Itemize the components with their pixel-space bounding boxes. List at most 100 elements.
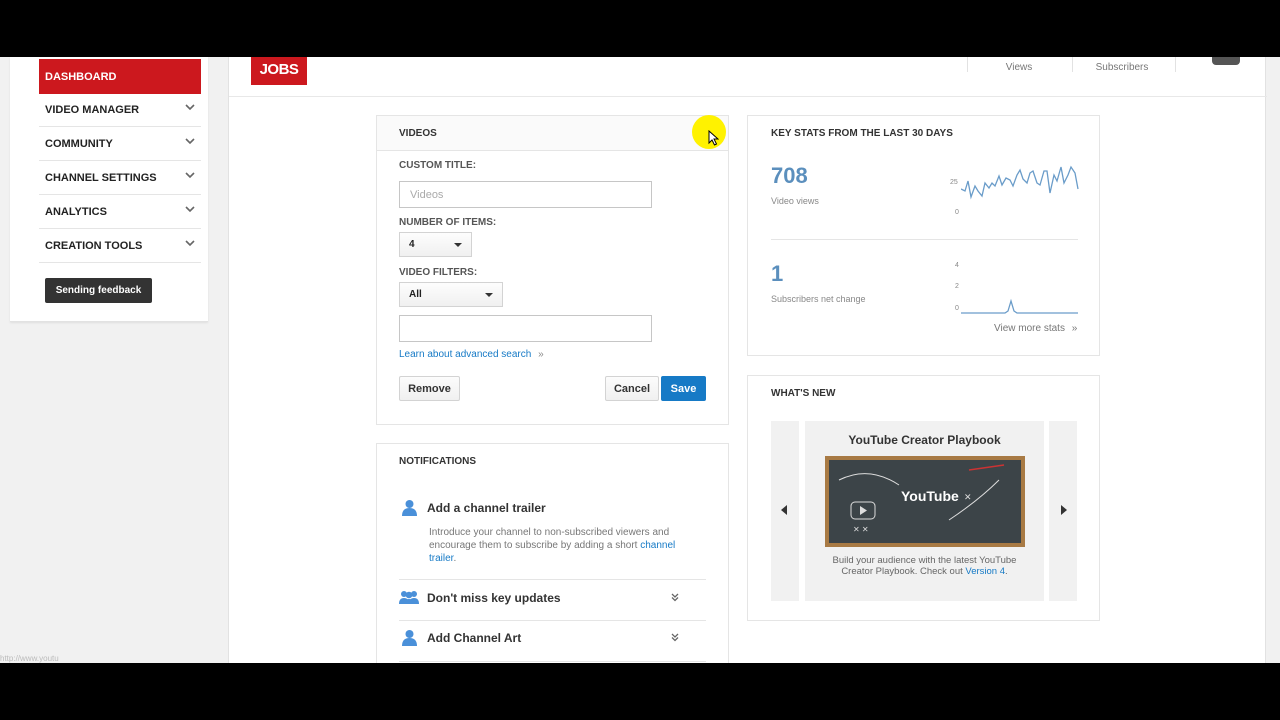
caret-down-icon [454,243,462,247]
chevron-down-icon[interactable] [185,204,195,214]
card-title: WHAT'S NEW [771,388,836,399]
axis-label: 2 [955,283,959,290]
divider [399,620,706,621]
carousel-prev-button[interactable] [771,421,799,601]
person-icon [402,630,417,646]
sidebar-item-label: VIDEO MANAGER [45,103,140,116]
status-bar-url: http://www.youtu [0,654,59,663]
save-button[interactable]: Save [661,376,706,401]
sidebar-item-label: ANALYTICS [45,205,107,218]
axis-label: 0 [955,305,959,312]
promo-suffix: . [1005,566,1008,577]
video-views-sparkline[interactable] [961,161,1079,221]
divider [399,661,706,662]
view-more-stats-row: View more stats » [994,323,1077,334]
sidebar: DASHBOARD VIDEO MANAGER COMMUNITY CHANNE… [10,57,208,322]
sidebar-item-label: DASHBOARD [45,70,117,83]
video-views-label: Video views [771,196,819,206]
advanced-search-link[interactable]: Learn about advanced search [399,349,531,360]
notification-text: Introduce your channel to non-subscribed… [429,527,670,551]
subscribers-value: 1 [771,261,784,286]
remove-button[interactable]: Remove [399,376,460,401]
divider [1175,57,1176,72]
filter-query-input[interactable] [399,315,652,342]
card-title: VIDEOS [399,128,437,139]
cancel-button[interactable]: Cancel [605,376,659,401]
view-more-stats-link[interactable]: View more stats [994,323,1065,334]
custom-title-input[interactable]: Videos [399,181,652,208]
channel-logo[interactable]: JOBS [251,57,307,85]
sidebar-item-video-manager[interactable]: VIDEO MANAGER [39,93,201,127]
chevron-down-icon[interactable] [185,238,195,248]
promo-title: YouTube Creator Playbook [848,433,1001,447]
videos-section-editor: VIDEOS CUSTOM TITLE: Videos NUMBER OF IT… [376,115,729,425]
chevron-down-icon[interactable] [185,136,195,146]
video-filters-select[interactable]: All [399,282,503,307]
svg-text:✕: ✕ [964,492,972,502]
main-content: JOBS Views Subscribers VIDEOS CUSTOM TIT… [228,57,1267,663]
channel-header: JOBS Views Subscribers [229,57,1267,97]
version-4-link[interactable]: Version 4 [965,566,1005,577]
sidebar-item-label: CREATION TOOLS [45,239,143,252]
video-filters-label: VIDEO FILTERS: [399,267,478,278]
svg-text:✕ ✕: ✕ ✕ [853,525,869,534]
double-chevron-down-icon[interactable] [670,592,680,602]
sidebar-item-creation-tools[interactable]: CREATION TOOLS [39,229,201,263]
notification-title[interactable]: Add a channel trailer [427,501,546,515]
subscribers-label: Subscribers net change [771,294,866,304]
header-subscribers-label[interactable]: Subscribers [1092,62,1152,73]
sidebar-item-label: COMMUNITY [45,137,113,150]
page-viewport: DASHBOARD VIDEO MANAGER COMMUNITY CHANNE… [0,57,1280,663]
card-title: KEY STATS FROM THE LAST 30 DAYS [771,128,953,139]
chevron-right-icon [1061,505,1067,515]
sidebar-item-dashboard[interactable]: DASHBOARD [39,59,201,94]
subscribers-sparkline[interactable] [961,296,1079,316]
divider [399,579,706,580]
chevron-left-icon [781,505,787,515]
select-value: All [409,289,422,300]
video-views-value: 708 [771,163,808,188]
avatar[interactable] [1212,57,1240,65]
whats-new-card: WHAT'S NEW YouTube Creator Playbook ✕ ✕ [747,375,1100,621]
carousel-next-button[interactable] [1049,421,1077,601]
notification-title[interactable]: Add Channel Art [427,631,521,645]
number-of-items-select[interactable]: 4 [399,232,472,257]
people-icon [399,591,419,604]
promo-image[interactable]: ✕ ✕ ✕ YouTube [825,456,1025,547]
sidebar-item-channel-settings[interactable]: CHANNEL SETTINGS [39,161,201,195]
double-chevron-down-icon[interactable] [670,632,680,642]
carousel-slide[interactable]: YouTube Creator Playbook ✕ ✕ ✕ YouTube B… [805,421,1044,601]
notification-title[interactable]: Don't miss key updates [427,591,561,605]
number-of-items-label: NUMBER OF ITEMS: [399,217,497,228]
axis-label: 0 [955,209,959,216]
sidebar-item-label: CHANNEL SETTINGS [45,171,157,184]
key-stats-card: KEY STATS FROM THE LAST 30 DAYS 708 Vide… [747,115,1100,356]
axis-label: 25 [950,179,958,186]
chevron-down-icon[interactable] [185,102,195,112]
promo-body: Build your audience with the latest YouT… [819,555,1030,577]
divider [771,239,1078,240]
header-views-label[interactable]: Views [1003,62,1035,73]
notification-suffix: . [453,553,457,564]
notifications-card: NOTIFICATIONS Add a channel trailer Intr… [376,443,729,663]
advanced-search-row: Learn about advanced search » [399,349,544,360]
sidebar-item-analytics[interactable]: ANALYTICS [39,195,201,229]
caret-down-icon [485,293,493,297]
double-arrow-icon: » [1071,323,1078,334]
person-icon [402,500,417,516]
chevron-down-icon[interactable] [185,170,195,180]
videos-card-header: VIDEOS [377,116,728,151]
select-value: 4 [409,239,415,250]
custom-title-label: CUSTOM TITLE: [399,160,477,171]
mouse-cursor-icon [708,130,719,146]
axis-label: 4 [955,262,959,269]
sidebar-item-community[interactable]: COMMUNITY [39,127,201,161]
divider [1072,57,1073,72]
chalkboard: ✕ ✕ ✕ YouTube [829,460,1021,543]
youtube-logo: YouTube [901,488,959,504]
send-feedback-button[interactable]: Sending feedback [45,278,152,303]
divider [967,57,968,72]
double-arrow-icon: » [538,349,544,360]
notification-body: Introduce your channel to non-subscribed… [429,526,699,565]
card-title: NOTIFICATIONS [399,456,477,467]
